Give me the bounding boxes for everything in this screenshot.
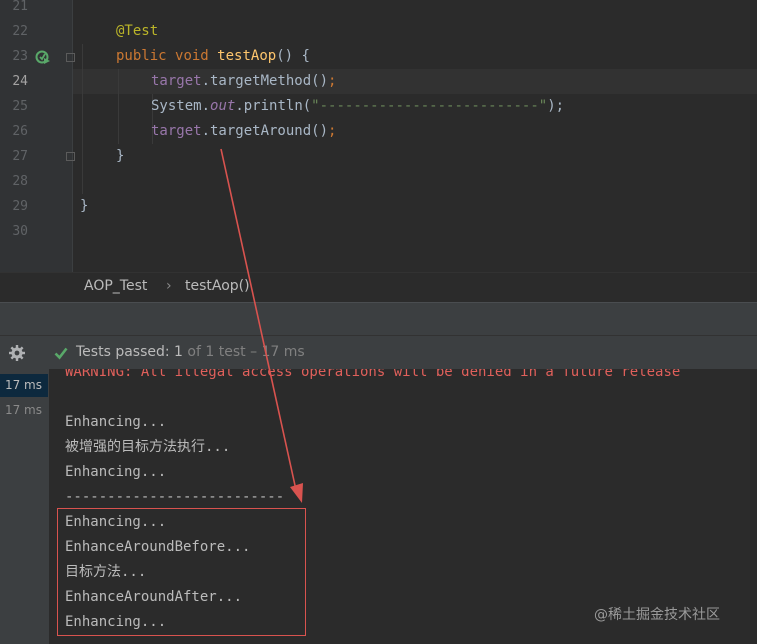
test-status: Tests passed: 1 of 1 test – 17 ms [76, 344, 305, 360]
code-editor[interactable]: 21 22 23 24 25 26 27 28 29 30 @Test publ… [0, 0, 757, 272]
semicolon-token: ; [328, 73, 337, 89]
code-token: .println( [235, 98, 312, 114]
line-number: 25 [12, 99, 28, 114]
semicolon-token: ; [328, 123, 337, 139]
console-line: 被增强的目标方法执行... [65, 439, 231, 455]
keyword-token: void [175, 48, 209, 64]
status-label: Tests passed: [76, 344, 170, 360]
code-token: System. [151, 98, 211, 114]
console-line: Enhancing... [65, 464, 167, 480]
passed-count: 1 [174, 344, 183, 360]
code-line-27: } [116, 148, 125, 164]
console-line-warning: WARNING: All illegal access operations w… [65, 369, 681, 380]
static-field-token: out [210, 98, 236, 114]
highlight-box [57, 508, 306, 636]
code-token: .targetAround() [201, 123, 329, 139]
field-token: target [151, 73, 202, 89]
code-line-22: @Test [116, 19, 158, 44]
test-tree-item[interactable]: 17 ms [0, 399, 48, 422]
code-token: .targetMethod() [201, 73, 329, 89]
console-line: Enhancing... [65, 414, 167, 430]
panel-splitter[interactable] [0, 302, 757, 335]
annotation-token: @Test [116, 23, 159, 39]
line-number: 26 [12, 124, 28, 139]
fold-icon[interactable] [66, 53, 75, 62]
test-duration: 17 ms [4, 378, 42, 392]
line-number: 30 [12, 224, 28, 239]
gear-icon[interactable] [8, 344, 26, 362]
line-number: 29 [12, 199, 28, 214]
test-tree-item[interactable]: 17 ms [0, 374, 48, 397]
code-line-25: System.out.println("--------------------… [151, 94, 564, 119]
test-duration: 17 ms [4, 403, 42, 417]
code-line-29: } [80, 198, 89, 214]
run-test-icon[interactable] [35, 49, 51, 65]
keyword-token: public [116, 48, 167, 64]
line-number: 24 [12, 74, 28, 89]
breadcrumb-class[interactable]: AOP_Test [84, 278, 147, 294]
code-token: ); [547, 98, 565, 114]
indent-guide [82, 44, 83, 194]
breadcrumb: AOP_Test › testAop() [0, 272, 757, 303]
code-line-26: target.targetAround(); [151, 119, 336, 144]
code-line-23: public void testAop() { [116, 44, 310, 69]
indent-guide [118, 69, 119, 144]
string-token: "--------------------------" [311, 98, 548, 114]
console-line: -------------------------- [65, 489, 285, 505]
breadcrumb-method[interactable]: testAop() [185, 278, 250, 294]
line-number: 21 [12, 0, 28, 14]
line-number: 28 [12, 174, 28, 189]
total-text: of 1 test [187, 344, 246, 360]
fold-icon[interactable] [66, 152, 75, 161]
line-number: 22 [12, 24, 28, 39]
duration-text: – 17 ms [250, 344, 305, 360]
code-token: () { [276, 48, 310, 64]
breadcrumb-separator: › [166, 278, 172, 294]
test-tree: 17 ms 17 ms [0, 369, 50, 644]
field-token: target [151, 123, 202, 139]
editor-gutter: 21 22 23 24 25 26 27 28 29 30 [0, 0, 73, 272]
code-line-24: target.targetMethod(); [151, 69, 336, 94]
check-icon [54, 347, 68, 360]
method-name-token: testAop [217, 48, 277, 64]
watermark-text: @稀土掘金技术社区 [594, 607, 720, 623]
run-toolbar: Tests passed: 1 of 1 test – 17 ms [0, 335, 757, 370]
line-number: 27 [12, 149, 28, 164]
line-number: 23 [12, 49, 28, 64]
